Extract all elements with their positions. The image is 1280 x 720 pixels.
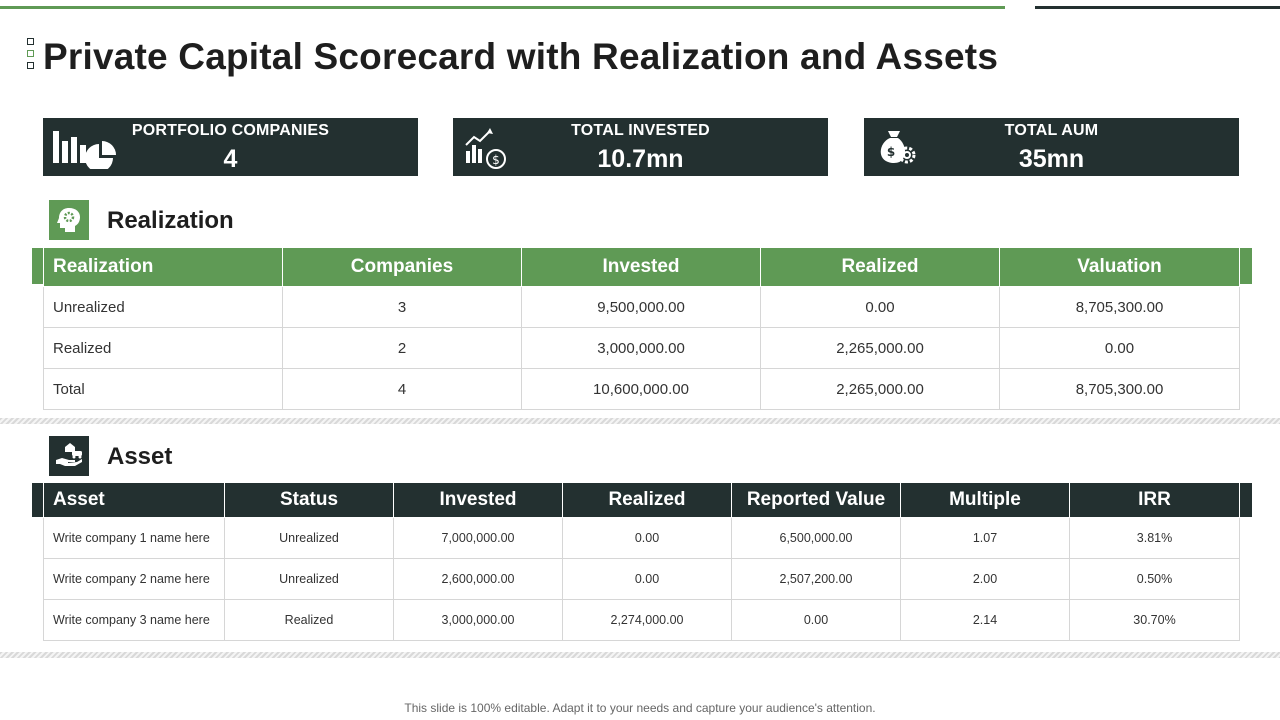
kpi-card-portfolio-companies: PORTFOLIO COMPANIES 4 (43, 118, 418, 176)
table-cell: Write company 2 name here (43, 558, 225, 600)
table-cell: Unrealized (43, 286, 283, 328)
table-cell: 0.00 (731, 599, 901, 641)
table-cell: 2,507,200.00 (731, 558, 901, 600)
head-gear-icon (49, 200, 89, 240)
column-header: Invested (521, 247, 761, 287)
column-header: Realization (43, 247, 283, 287)
table-cell: 2.00 (900, 558, 1070, 600)
kpi-value: 4 (223, 145, 238, 173)
table-row: Total 4 10,600,000.00 2,265,000.00 8,705… (43, 368, 1240, 410)
realization-table: Realization Companies Invested Realized … (43, 247, 1240, 410)
table-cell: 0.00 (562, 558, 732, 600)
table-cell: 10,600,000.00 (521, 368, 761, 410)
table-cell: Unrealized (224, 517, 394, 559)
kpi-label: TOTAL AUM (1004, 122, 1099, 139)
hand-car-home-icon (49, 436, 89, 476)
section-divider (0, 652, 1280, 658)
column-header: Realized (760, 247, 1000, 287)
table-cell: 4 (282, 368, 522, 410)
table-cell: Unrealized (224, 558, 394, 600)
table-cell: 2.14 (900, 599, 1070, 641)
column-header: Reported Value (731, 482, 901, 518)
column-header: Valuation (999, 247, 1240, 287)
table-cell: 7,000,000.00 (393, 517, 563, 559)
table-cell: 30.70% (1069, 599, 1240, 641)
column-header: Asset (43, 482, 225, 518)
page-title: Private Capital Scorecard with Realizati… (43, 36, 999, 77)
table-cell: 3.81% (1069, 517, 1240, 559)
table-row: Realized 2 3,000,000.00 2,265,000.00 0.0… (43, 327, 1240, 369)
table-cell: 3,000,000.00 (393, 599, 563, 641)
table-header-row: Realization Companies Invested Realized … (43, 247, 1240, 287)
section-divider (0, 418, 1280, 424)
table-row: Write company 2 name here Unrealized 2,6… (43, 558, 1240, 600)
top-accent-bar (0, 6, 1005, 9)
kpi-label: PORTFOLIO COMPANIES (131, 122, 330, 139)
table-cell: 1.07 (900, 517, 1070, 559)
table-cell: 9,500,000.00 (521, 286, 761, 328)
table-cell: 2,265,000.00 (760, 368, 1000, 410)
top-dark-bar (1035, 6, 1280, 9)
table-cell: 2,274,000.00 (562, 599, 732, 641)
table-cell: Realized (224, 599, 394, 641)
table-cell: 2 (282, 327, 522, 369)
kpi-card-total-aum: $ TOTAL AUM 35mn (864, 118, 1239, 176)
table-cell: 3 (282, 286, 522, 328)
table-cell: 0.00 (760, 286, 1000, 328)
footer-note: This slide is 100% editable. Adapt it to… (404, 701, 876, 715)
title-bullet-dots (27, 38, 35, 74)
table-cell: 2,600,000.00 (393, 558, 563, 600)
column-header: Invested (393, 482, 563, 518)
table-cell: Write company 3 name here (43, 599, 225, 641)
table-cell: Total (43, 368, 283, 410)
table-cell: 6,500,000.00 (731, 517, 901, 559)
table-cell: 2,265,000.00 (760, 327, 1000, 369)
table-cell: 0.00 (999, 327, 1240, 369)
realization-section-title: Realization (107, 207, 234, 234)
kpi-value: 35mn (1018, 145, 1085, 173)
table-row: Write company 3 name here Realized 3,000… (43, 599, 1240, 641)
table-cell: Write company 1 name here (43, 517, 225, 559)
table-cell: 0.00 (562, 517, 732, 559)
table-header-row: Asset Status Invested Realized Reported … (43, 482, 1240, 518)
table-row: Unrealized 3 9,500,000.00 0.00 8,705,300… (43, 286, 1240, 328)
table-cell: 3,000,000.00 (521, 327, 761, 369)
asset-section-title: Asset (107, 443, 173, 470)
table-row: Write company 1 name here Unrealized 7,0… (43, 517, 1240, 559)
asset-table: Asset Status Invested Realized Reported … (43, 482, 1240, 641)
table-cell: Realized (43, 327, 283, 369)
column-header: Multiple (900, 482, 1070, 518)
column-header: Companies (282, 247, 522, 287)
column-header: Realized (562, 482, 732, 518)
kpi-value: 10.7mn (597, 145, 684, 173)
table-cell: 8,705,300.00 (999, 286, 1240, 328)
table-cell: 8,705,300.00 (999, 368, 1240, 410)
kpi-label: TOTAL INVESTED (571, 122, 710, 139)
column-header: Status (224, 482, 394, 518)
table-cell: 0.50% (1069, 558, 1240, 600)
kpi-card-total-invested: $ TOTAL INVESTED 10.7mn (453, 118, 828, 176)
column-header: IRR (1069, 482, 1240, 518)
